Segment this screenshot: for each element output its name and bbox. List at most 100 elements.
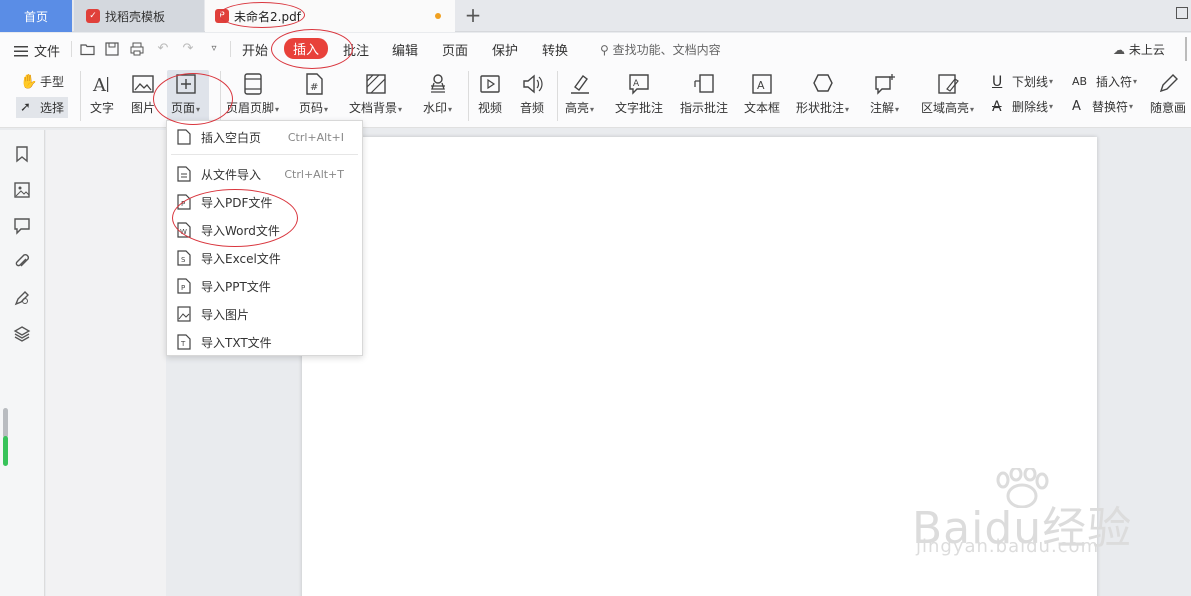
insert-audio-button[interactable]: 音频: [520, 73, 544, 116]
redo-icon[interactable]: ↷: [180, 41, 196, 57]
replace-mark-button[interactable]: A 替换符 ▾: [1072, 98, 1133, 115]
insert-text-label: 文字: [90, 101, 115, 115]
new-tab-button[interactable]: +: [462, 4, 484, 26]
save-icon[interactable]: [104, 41, 120, 57]
page-number-button[interactable]: # 页码▾: [299, 73, 328, 116]
doc-background-label: 文档背景: [349, 101, 398, 115]
highlight-label: 高亮: [565, 101, 590, 115]
insert-image-label: 图片: [131, 101, 156, 115]
menu-page[interactable]: 页面: [442, 40, 468, 59]
underline-icon: U: [992, 73, 1003, 90]
strikethrough-icon: A: [992, 98, 1002, 115]
dropdown-divider: [171, 154, 358, 155]
thumbnail-icon[interactable]: [13, 181, 31, 199]
cursor-arrow-icon: ➚: [20, 99, 31, 115]
cloud-status-label: 未上云: [1128, 43, 1165, 57]
dropdown-item-label: 导入PPT文件: [201, 279, 271, 294]
speaker-icon: [523, 74, 543, 94]
dropdown-caret-icon: ▾: [895, 105, 900, 114]
area-highlight-button[interactable]: 区域高亮▾: [921, 73, 974, 116]
dropdown-item-import-txt[interactable]: T 导入TXT文件: [167, 329, 362, 355]
dropdown-item-label: 从文件导入: [201, 167, 262, 182]
text-box-button[interactable]: A 文本框: [744, 73, 780, 116]
insert-video-button[interactable]: 视频: [478, 73, 502, 116]
function-search[interactable]: ⚲ 查找功能、文档内容: [600, 41, 721, 58]
quick-access-more-icon[interactable]: ▿: [206, 41, 222, 57]
divider: [468, 71, 469, 121]
layers-icon[interactable]: [13, 325, 31, 343]
undo-icon[interactable]: ↶: [155, 41, 171, 57]
strikethrough-button[interactable]: A 删除线 ▾: [992, 98, 1053, 115]
menu-convert[interactable]: 转换: [542, 40, 568, 59]
print-icon[interactable]: [129, 41, 145, 57]
panel-scroll-thumb[interactable]: [3, 408, 8, 438]
watermark-button[interactable]: 水印▾: [423, 73, 452, 116]
tab-template[interactable]: ✓ 找稻壳模板: [74, 0, 204, 32]
excel-file-icon: S: [177, 250, 191, 266]
text-icon: A: [92, 75, 109, 95]
highlight-button[interactable]: 高亮▾: [565, 73, 594, 116]
svg-text:A: A: [757, 79, 765, 92]
attachment-icon[interactable]: [13, 253, 31, 271]
dropdown-caret-icon: ▾: [845, 105, 850, 114]
unsaved-indicator: [435, 13, 441, 19]
txt-file-icon: T: [177, 334, 191, 350]
menu-edit[interactable]: 编辑: [392, 40, 418, 59]
underline-button[interactable]: U 下划线 ▾: [992, 73, 1053, 90]
file-menu[interactable]: 文件: [14, 41, 60, 60]
cloud-status[interactable]: ☁ 未上云: [1113, 41, 1165, 58]
shape-comment-button[interactable]: 形状批注▾: [796, 73, 849, 116]
annotation-circle-insert-menu: [271, 29, 353, 69]
insert-audio-label: 音频: [520, 101, 545, 115]
dropdown-caret-icon: ▾: [324, 105, 329, 114]
comment-icon[interactable]: [13, 217, 31, 235]
signature-pen-icon[interactable]: [13, 289, 31, 307]
pen-icon: [1159, 74, 1178, 93]
page-number-icon: #: [305, 73, 323, 95]
hand-tool-button[interactable]: ✋ 手型: [20, 73, 64, 90]
insert-image-button[interactable]: 图片: [131, 73, 155, 116]
menu-start[interactable]: 开始: [242, 40, 268, 59]
select-tool-button[interactable]: ➚ 选择: [16, 97, 69, 118]
dropdown-caret-icon: ▾: [590, 105, 595, 114]
image-icon: [132, 75, 154, 93]
bookmark-icon[interactable]: [13, 145, 31, 163]
svg-text:S: S: [181, 256, 186, 264]
shortcut-label: Ctrl+Alt+T: [284, 167, 344, 181]
panel-scroll-active[interactable]: [3, 436, 8, 466]
dropdown-caret-icon: ▾: [448, 105, 453, 114]
dropdown-item-label: 导入图片: [201, 307, 250, 322]
dropdown-item-import-excel[interactable]: S 导入Excel文件: [167, 245, 362, 271]
svg-text:A: A: [92, 75, 107, 95]
header-footer-button[interactable]: 页眉页脚▾: [226, 73, 279, 116]
dropdown-item-label: 插入空白页: [201, 130, 262, 145]
hamburger-icon: [14, 45, 28, 56]
menu-scroll-handle[interactable]: [1185, 37, 1187, 61]
insert-video-label: 视频: [478, 101, 503, 115]
header-footer-label: 页眉页脚: [226, 101, 275, 115]
note-button[interactable]: 注解▾: [870, 73, 899, 116]
open-folder-icon[interactable]: [80, 41, 96, 57]
tab-home[interactable]: 首页: [0, 0, 72, 32]
insert-mark-button[interactable]: AB 插入符 ▾: [1072, 73, 1137, 90]
note-label: 注解: [870, 101, 895, 115]
freehand-draw-button[interactable]: 随意画: [1150, 73, 1186, 116]
text-comment-label: 文字批注: [615, 101, 664, 115]
shortcut-label: Ctrl+Alt+I: [287, 130, 344, 144]
menu-protect[interactable]: 保护: [492, 40, 518, 59]
page-number-label: 页码: [299, 101, 324, 115]
area-highlight-icon: [937, 74, 959, 94]
replace-mark-label: 替换符: [1092, 100, 1129, 114]
text-comment-button[interactable]: A 文字批注: [615, 73, 663, 116]
doc-background-button[interactable]: 文档背景▾: [349, 73, 402, 116]
file-menu-label: 文件: [34, 45, 61, 60]
window-restore-icon[interactable]: [1176, 7, 1188, 19]
dropdown-item-insert-blank[interactable]: 插入空白页 Ctrl+Alt+I: [167, 124, 362, 150]
insert-text-button[interactable]: A 文字: [90, 73, 114, 116]
dropdown-caret-icon: ▾: [1049, 102, 1054, 111]
dropdown-item-import-ppt[interactable]: P 导入PPT文件: [167, 273, 362, 299]
dropdown-item-import-image[interactable]: 导入图片: [167, 301, 362, 327]
dropdown-item-from-file[interactable]: 从文件导入 Ctrl+Alt+T: [167, 161, 362, 187]
shape-comment-icon: [812, 74, 833, 92]
pointer-comment-button[interactable]: 指示批注: [680, 73, 728, 116]
